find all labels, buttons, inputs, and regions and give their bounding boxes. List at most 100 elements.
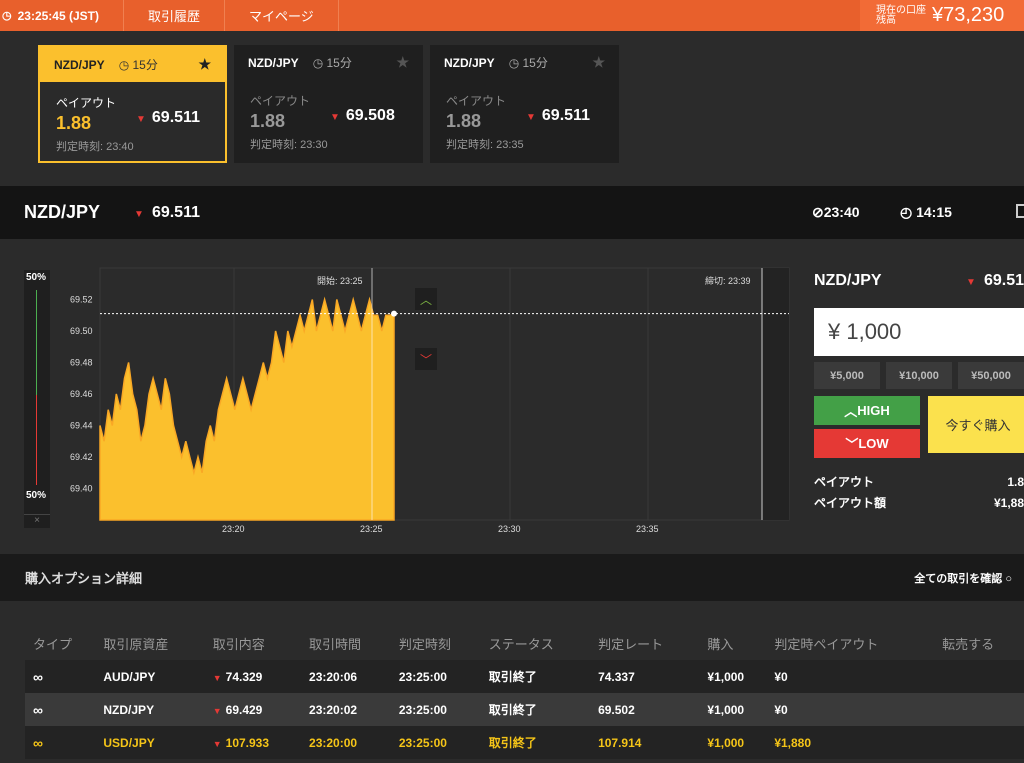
down-arrow-icon: ▼: [136, 114, 146, 125]
low-label: LOW: [858, 436, 889, 451]
quick-amount-10000[interactable]: ¥10,000: [886, 362, 952, 389]
cell-payout: ¥0: [766, 693, 935, 726]
card-header: NZD/JPY ◷ 15分 ★: [430, 45, 619, 80]
card-duration: ◷ 15分: [119, 56, 158, 73]
cell-content: ▼ 69.429: [204, 693, 302, 726]
details-header: 購入オプション詳細 全ての取引を確認 ○: [0, 554, 1024, 601]
judge-time: 判定時刻: 23:40: [56, 141, 134, 153]
col-buy: 購入: [699, 627, 767, 660]
expand-icon[interactable]: [1016, 204, 1024, 218]
price-chart[interactable]: 69.52 69.50 69.48 69.46 69.44 69.42 69.40 開始: 2…: [62, 267, 790, 534]
cell-status: 取引終了: [480, 726, 591, 759]
close-sentiment-button[interactable]: ×: [24, 514, 50, 526]
down-arrow-icon: ▼: [330, 112, 340, 123]
content-value: 74.329: [225, 669, 263, 684]
col-content: 取引内容: [204, 627, 302, 660]
cell-resell: [934, 660, 1024, 693]
cell-rate: 69.502: [590, 693, 700, 726]
table-row[interactable]: ∞ AUD/JPY ▼ 74.329 23:20:06 23:25:00 取引終了…: [25, 660, 1024, 693]
judge-time: 判定時刻: 23:35: [446, 139, 524, 151]
cell-status: 取引終了: [480, 660, 591, 693]
cell-judge: 23:25:00: [390, 693, 481, 726]
balance-value: ¥73,230: [932, 4, 1005, 26]
duration-text: 15分: [326, 56, 352, 70]
star-icon[interactable]: ★: [198, 56, 211, 73]
card-duration: ◷ 15分: [313, 54, 352, 71]
payout-amount-label: ペイアウト額: [814, 496, 887, 510]
asset-card[interactable]: NZD/JPY ◷ 15分 ★ ペイアウト 1.88 判定時刻: 23:40 ▼…: [38, 45, 227, 163]
remaining-time: ◴ 14:15: [900, 204, 952, 221]
judge-time: 判定時刻: 23:30: [250, 139, 328, 151]
details-title: 購入オプション詳細: [25, 571, 143, 586]
cell-asset: USD/JPY: [95, 726, 205, 759]
cell-buy: ¥1,000: [699, 660, 767, 693]
table-row[interactable]: ∞ NZD/JPY ▼ 69.429 23:20:02 23:25:00 取引終了…: [25, 693, 1024, 726]
balance-label: 現在の口座残高: [876, 4, 926, 26]
cell-time: 23:20:06: [301, 660, 391, 693]
clock-icon: ◷: [508, 56, 523, 70]
buy-now-button[interactable]: 今すぐ購入: [928, 396, 1024, 453]
asset-card[interactable]: NZD/JPY ◷ 15分 ★ ペイアウト 1.88 判定時刻: 23:35 ▼…: [430, 45, 619, 163]
cell-asset: AUD/JPY: [95, 660, 205, 693]
card-rate: ▼ 69.511: [526, 107, 590, 125]
trade-rate: ▼ 69.51: [966, 272, 1024, 290]
trade-table: タイプ 取引原資産 取引内容 取引時間 判定時刻 ステータス 判定レート 購入 …: [25, 627, 1024, 759]
amount-input[interactable]: ¥ 1,000: [814, 308, 1024, 356]
x-tick-label: 23:30: [498, 524, 521, 534]
clock-icon: ◷: [118, 58, 133, 72]
cell-judge: 23:25:00: [390, 726, 481, 759]
link-icon: ∞: [25, 726, 96, 759]
cell-resell: [934, 726, 1024, 759]
quick-amount-50000[interactable]: ¥50,000: [958, 362, 1024, 389]
nav-my-page[interactable]: マイページ: [225, 0, 339, 31]
cell-rate: 74.337: [590, 660, 700, 693]
quick-amount-5000[interactable]: ¥5,000: [814, 362, 880, 389]
y-tick-label: 69.42: [70, 452, 93, 462]
card-pair: NZD/JPY: [444, 55, 495, 70]
asset-card[interactable]: NZD/JPY ◷ 15分 ★ ペイアウト 1.88 判定時刻: 23:30 ▼…: [234, 45, 423, 163]
card-pair: NZD/JPY: [248, 55, 299, 70]
nav-trade-history[interactable]: 取引履歴: [124, 0, 226, 31]
cell-content: ▼ 107.933: [204, 726, 302, 759]
top-bar: ◷ 23:25:45 (JST) 取引履歴 マイページ 現在の口座残高 ¥73,…: [0, 0, 1024, 31]
trade-panel: NZD/JPY ▼ 69.51 ¥ 1,000 ¥5,000 ¥10,000 ¥5…: [814, 268, 1024, 514]
history-icon: ◴: [900, 204, 917, 220]
star-icon[interactable]: ★: [396, 54, 409, 71]
chevron-up-icon: ︿: [844, 404, 858, 419]
card-duration: ◷ 15分: [509, 54, 548, 71]
low-percent: 50%: [26, 490, 47, 501]
low-button[interactable]: ﹀ LOW: [814, 429, 920, 458]
cell-resell: [934, 693, 1024, 726]
chevron-down-icon: ﹀: [420, 353, 432, 367]
rate-value: 69.51: [983, 272, 1024, 289]
current-point: [391, 310, 397, 317]
star-icon[interactable]: ★: [592, 54, 605, 71]
high-button[interactable]: ︿ HIGH: [814, 396, 920, 425]
close-time: ⊘23:40: [812, 204, 860, 221]
down-arrow-icon: ▼: [134, 208, 144, 220]
high-label: HIGH: [857, 403, 890, 418]
y-tick-label: 69.40: [70, 484, 93, 494]
col-status: ステータス: [480, 627, 591, 660]
y-tick-label: 69.52: [70, 295, 93, 305]
refresh-icon: ○: [1005, 572, 1012, 585]
x-tick-label: 23:20: [222, 524, 245, 534]
x-tick-label: 23:25: [360, 524, 383, 534]
table-header-row: タイプ 取引原資産 取引内容 取引時間 判定時刻 ステータス 判定レート 購入 …: [25, 627, 1024, 660]
high-bar: [36, 290, 37, 395]
pair-symbol: NZD/JPY: [24, 202, 101, 222]
col-time: 取引時間: [301, 627, 391, 660]
card-rate: ▼ 69.511: [136, 109, 200, 127]
pair-header: NZD/JPY ▼ 69.511 ⊘23:40 ◴ 14:15: [0, 186, 1024, 239]
low-bar: [36, 395, 37, 485]
duration-text: 15分: [132, 58, 158, 72]
view-all-trades-link[interactable]: 全ての取引を確認 ○: [914, 570, 1012, 586]
pair-rate: ▼ 69.511: [134, 204, 200, 222]
table-row[interactable]: ∞ USD/JPY ▼ 107.933 23:20:00 23:25:00 取引終…: [25, 726, 1024, 759]
cell-status: 取引終了: [480, 693, 591, 726]
payout-label: ペイアウト: [814, 475, 875, 489]
down-arrow-icon: ▼: [526, 112, 536, 123]
duration-text: 15分: [522, 56, 548, 70]
y-tick-label: 69.48: [70, 358, 93, 368]
link-icon: ∞: [25, 660, 96, 693]
